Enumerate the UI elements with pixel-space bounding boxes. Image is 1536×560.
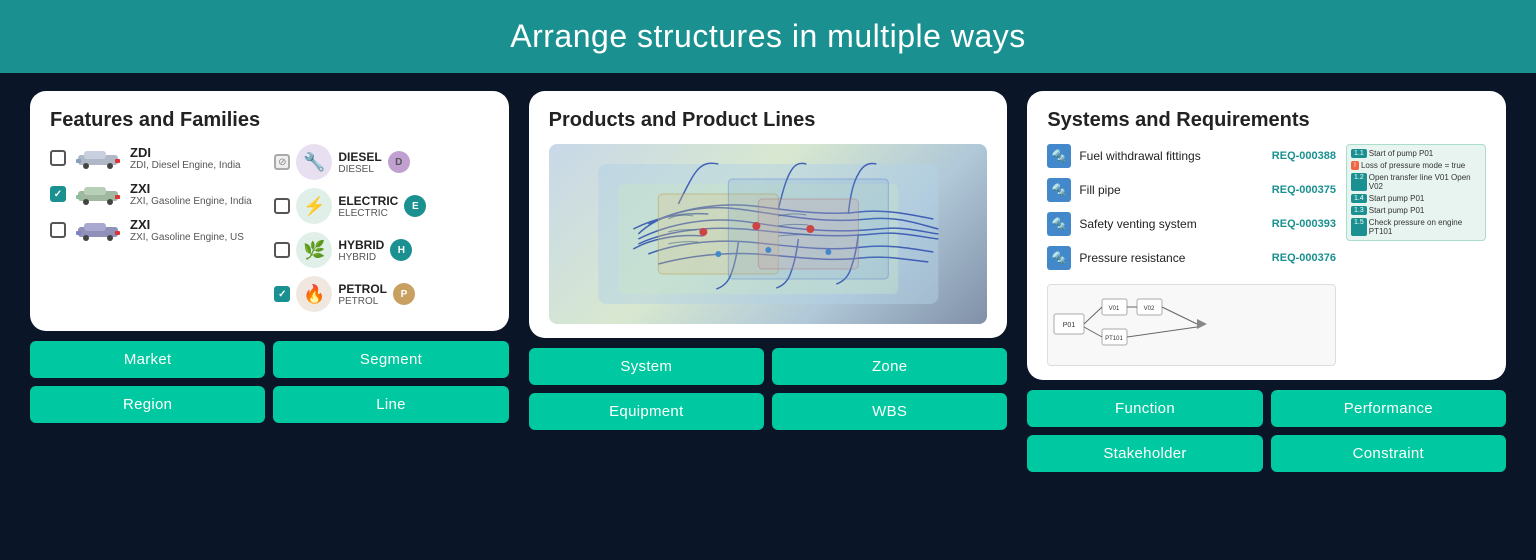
zxi-india-checkbox[interactable] [50, 186, 66, 202]
zxi-us-name: ZXI [130, 217, 244, 232]
features-column: Features and Families [30, 91, 509, 423]
req-note-5: Start pump P01 [1369, 206, 1425, 215]
features-card: Features and Families [30, 91, 509, 331]
hybrid-badge: H [390, 239, 412, 261]
diesel-badge: D [388, 151, 410, 173]
req-note-3: Open transfer line V01 Open V02 [1369, 173, 1481, 191]
region-button[interactable]: Region [30, 386, 265, 423]
header-banner: Arrange structures in multiple ways [0, 0, 1536, 73]
system-req-fuel: REQ-000388 [1272, 150, 1336, 162]
system-icon-venting: 🔩 [1047, 212, 1071, 236]
line-button[interactable]: Line [273, 386, 508, 423]
hybrid-checkbox[interactable] [274, 242, 290, 258]
market-button[interactable]: Market [30, 341, 265, 378]
system-icon-fuel: 🔩 [1047, 144, 1071, 168]
main-content: Features and Families [0, 73, 1536, 472]
list-item: 🔥 PETROL PETROL P [274, 276, 488, 312]
svg-text:PT101: PT101 [1106, 336, 1124, 342]
flow-diagram: P01 V01 V02 PT101 [1047, 284, 1336, 366]
car-icon-zxi-us [74, 216, 122, 244]
system-req-venting: REQ-000393 [1272, 218, 1336, 230]
products-image [549, 144, 988, 324]
svg-text:V01: V01 [1109, 306, 1120, 312]
req-note-4: Start pump P01 [1369, 194, 1425, 203]
list-item: 🔩 Fuel withdrawal fittings REQ-000388 [1047, 144, 1336, 168]
electric-icon: ⚡ [296, 188, 332, 224]
svg-text:P01: P01 [1063, 322, 1076, 329]
list-item: 🔩 Pressure resistance REQ-000376 [1047, 246, 1336, 270]
list-item: ZXI ZXI, Gasoline Engine, US [50, 216, 264, 244]
svg-text:V02: V02 [1144, 306, 1155, 312]
system-req-fill: REQ-000375 [1272, 184, 1336, 196]
list-item: ZDI ZDI, Diesel Engine, India [50, 144, 264, 172]
zxi-us-checkbox[interactable] [50, 222, 66, 238]
zdi-name: ZDI [130, 145, 241, 160]
req-note-6: Check pressure on engine PT101 [1369, 218, 1481, 236]
equipment-button[interactable]: Equipment [529, 393, 764, 430]
zxi-us-desc: ZXI, Gasoline Engine, US [130, 232, 244, 243]
system-name-fill: Fill pipe [1079, 183, 1263, 197]
systems-list: 🔩 Fuel withdrawal fittings REQ-000388 🔩 … [1047, 144, 1336, 366]
performance-button[interactable]: Performance [1271, 390, 1506, 427]
diesel-checkbox[interactable] [274, 154, 290, 170]
features-grid: ZDI ZDI, Diesel Engine, India [50, 144, 489, 312]
list-item: ⚡ ELECTRIC ELECTRIC E [274, 188, 488, 224]
hybrid-icon: 🌿 [296, 232, 332, 268]
zdi-desc: ZDI, Diesel Engine, India [130, 160, 241, 171]
features-right-panel: 🔧 DIESEL DIESEL D ⚡ ELECTRIC ELECT [274, 144, 488, 312]
products-column: Products and Product Lines [529, 91, 1008, 430]
stakeholder-button[interactable]: Stakeholder [1027, 435, 1262, 472]
list-item: 🔩 Fill pipe REQ-000375 [1047, 178, 1336, 202]
car-icon-zxi-india [74, 180, 122, 208]
zxi-india-desc: ZXI, Gasoline Engine, India [130, 196, 252, 207]
zxi-india-name: ZXI [130, 181, 252, 196]
system-icon-pressure: 🔩 [1047, 246, 1071, 270]
systems-card: Systems and Requirements 🔩 Fuel withdraw… [1027, 91, 1506, 380]
features-card-title: Features and Families [50, 109, 489, 132]
req-note-2: Loss of pressure mode = true [1361, 161, 1465, 170]
system-req-pressure: REQ-000376 [1272, 252, 1336, 264]
requirements-notes: 1.1 Start of pump P01 ! Loss of pressure… [1346, 144, 1486, 366]
zdi-checkbox[interactable] [50, 150, 66, 166]
wbs-button[interactable]: WBS [772, 393, 1007, 430]
car-icon-zdi [74, 144, 122, 172]
zone-button[interactable]: Zone [772, 348, 1007, 385]
products-card: Products and Product Lines [529, 91, 1008, 338]
list-item: ZXI ZXI, Gasoline Engine, India [50, 180, 264, 208]
list-item: 🔧 DIESEL DIESEL D [274, 144, 488, 180]
electric-checkbox[interactable] [274, 198, 290, 214]
constraint-button[interactable]: Constraint [1271, 435, 1506, 472]
systems-card-title: Systems and Requirements [1047, 109, 1486, 132]
system-button[interactable]: System [529, 348, 764, 385]
req-note-1: Start of pump P01 [1369, 149, 1433, 158]
list-item: 🌿 HYBRID HYBRID H [274, 232, 488, 268]
system-name-venting: Safety venting system [1079, 217, 1263, 231]
products-tags: System Zone Equipment WBS [529, 348, 1008, 430]
systems-tags: Function Performance Stakeholder Constra… [1027, 390, 1506, 472]
electric-badge: E [404, 195, 426, 217]
systems-grid: 🔩 Fuel withdrawal fittings REQ-000388 🔩 … [1047, 144, 1486, 366]
system-name-pressure: Pressure resistance [1079, 251, 1263, 265]
function-button[interactable]: Function [1027, 390, 1262, 427]
system-name-fuel: Fuel withdrawal fittings [1079, 149, 1263, 163]
petrol-icon: 🔥 [296, 276, 332, 312]
petrol-checkbox[interactable] [274, 286, 290, 302]
features-tags: Market Segment Region Line [30, 341, 509, 423]
petrol-badge: P [393, 283, 415, 305]
segment-button[interactable]: Segment [273, 341, 508, 378]
products-card-title: Products and Product Lines [549, 109, 988, 132]
system-icon-fill: 🔩 [1047, 178, 1071, 202]
list-item: 🔩 Safety venting system REQ-000393 [1047, 212, 1336, 236]
features-left-panel: ZDI ZDI, Diesel Engine, India [50, 144, 264, 312]
diesel-icon: 🔧 [296, 144, 332, 180]
systems-column: Systems and Requirements 🔩 Fuel withdraw… [1027, 91, 1506, 472]
page-title: Arrange structures in multiple ways [0, 18, 1536, 55]
